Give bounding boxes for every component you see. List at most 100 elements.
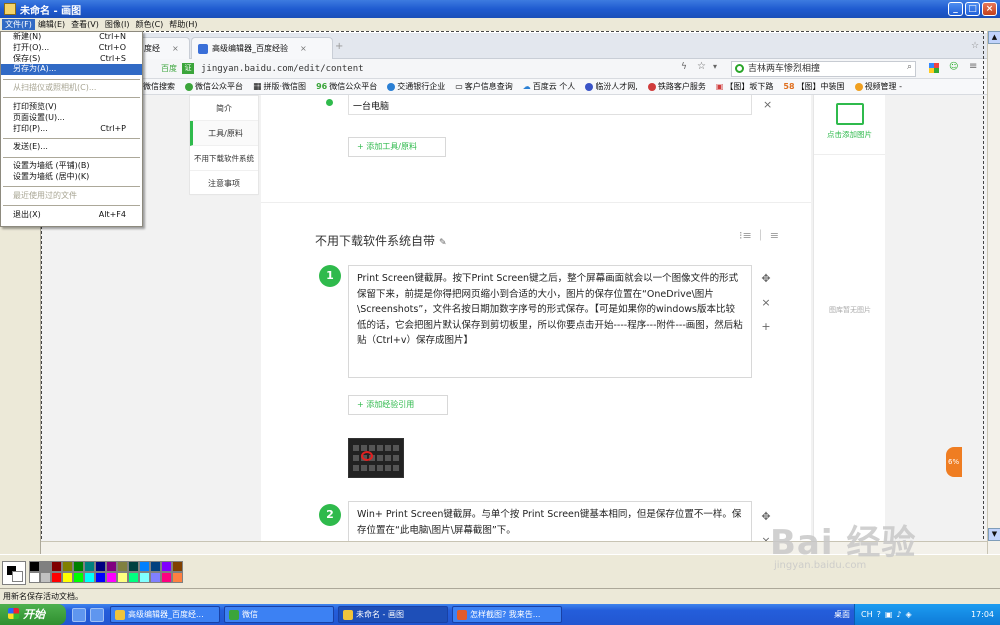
tool-item-input[interactable]: 一台电脑 bbox=[348, 95, 752, 115]
browser-tab[interactable]: 度经 × bbox=[137, 37, 190, 59]
scroll-down-icon[interactable]: ▼ bbox=[988, 528, 1000, 541]
menu-view[interactable]: 查看(V) bbox=[68, 19, 102, 30]
tab-close-icon[interactable]: × bbox=[172, 44, 179, 53]
step-text-box[interactable]: Print Screen键截屏。按下Print Screen键之后，整个屏幕画面… bbox=[348, 265, 752, 378]
maximize-button[interactable]: □ bbox=[965, 2, 980, 16]
bookmark-item[interactable]: 微信搜索 bbox=[143, 81, 175, 92]
horizontal-scrollbar[interactable] bbox=[41, 541, 987, 554]
nav-section[interactable]: 不用下载软件系统 bbox=[190, 146, 258, 171]
color-swatch[interactable] bbox=[139, 572, 150, 583]
menu-item-save[interactable]: 保存(S) Ctrl+S bbox=[1, 54, 142, 65]
lightning-icon[interactable]: ϟ bbox=[681, 62, 687, 72]
move-icon[interactable]: ✥ bbox=[759, 267, 773, 291]
menu-file[interactable]: 文件(F) bbox=[2, 19, 35, 30]
user-icon[interactable]: ☺ bbox=[949, 62, 958, 72]
bookmark-item[interactable]: ▦ 拼版·微信图 bbox=[253, 81, 306, 92]
bookmark-item[interactable]: 视频管理 - bbox=[854, 81, 902, 92]
current-colors[interactable] bbox=[2, 561, 26, 585]
menu-colors[interactable]: 颜色(C) bbox=[132, 19, 166, 30]
bookmark-item[interactable]: ▭ 客户信息查询 bbox=[455, 81, 513, 92]
quick-launch-icon[interactable] bbox=[90, 607, 104, 622]
apps-icon[interactable] bbox=[929, 63, 939, 73]
menu-item-wallpaper-tile[interactable]: 设置为墙纸 (平铺)(B) bbox=[1, 161, 142, 172]
color-swatch[interactable] bbox=[172, 561, 183, 572]
color-swatch[interactable] bbox=[117, 572, 128, 583]
color-swatch[interactable] bbox=[29, 572, 40, 583]
vertical-scrollbar[interactable]: ▲ ▼ bbox=[987, 31, 1000, 554]
bookmark-item[interactable]: 微信公众平台 bbox=[185, 81, 243, 92]
menu-item-print[interactable]: 打印(P)... Ctrl+P bbox=[1, 124, 142, 135]
bookmark-item[interactable]: 铁路客户服务 bbox=[647, 81, 706, 92]
color-swatch[interactable] bbox=[172, 572, 183, 583]
menu-item-print-preview[interactable]: 打印预览(V) bbox=[1, 102, 142, 113]
taskbar-button[interactable]: 高级编辑器_百度经... bbox=[110, 606, 220, 623]
tab-close-icon[interactable]: × bbox=[300, 44, 307, 53]
color-swatch[interactable] bbox=[95, 561, 106, 572]
color-swatch[interactable] bbox=[84, 572, 95, 583]
volume-icon[interactable]: ♪ bbox=[896, 610, 901, 619]
shield-icon[interactable]: ◈ bbox=[906, 610, 912, 619]
color-swatch[interactable] bbox=[150, 572, 161, 583]
color-swatch[interactable] bbox=[51, 561, 62, 572]
delete-tool-icon[interactable]: × bbox=[763, 98, 772, 111]
help-icon[interactable]: ? bbox=[877, 610, 881, 619]
bookmark-star-icon[interactable]: ☆ bbox=[697, 61, 706, 72]
taskbar-button[interactable]: 怎样截图? 我来告... bbox=[452, 606, 562, 623]
color-swatch[interactable] bbox=[161, 572, 172, 583]
nav-tools[interactable]: 工具/原料 bbox=[190, 121, 258, 146]
start-button[interactable]: 开始 bbox=[0, 604, 66, 625]
add-tool-button[interactable]: + 添加工具/原料 bbox=[348, 137, 446, 157]
add-image-button[interactable]: 点击添加图片 bbox=[814, 95, 885, 155]
list-style-icons[interactable]: ⁝≡ ｜ ≡ bbox=[739, 227, 779, 243]
bookmark-item[interactable]: 临汾人才网, bbox=[585, 81, 638, 92]
menu-item-send[interactable]: 发送(E)... bbox=[1, 142, 142, 153]
minimize-button[interactable]: _ bbox=[948, 2, 963, 16]
color-swatch[interactable] bbox=[84, 561, 95, 572]
menu-item-open[interactable]: 打开(O)... Ctrl+O bbox=[1, 43, 142, 54]
quick-launch-icon[interactable] bbox=[72, 607, 86, 622]
bookmark-item[interactable]: ▣ 【图】坂下路 bbox=[716, 81, 774, 92]
color-swatch[interactable] bbox=[95, 572, 106, 583]
star-icon[interactable]: ☆ bbox=[971, 41, 979, 51]
menu-item-wallpaper-center[interactable]: 设置为墙纸 (居中)(K) bbox=[1, 172, 142, 183]
color-swatch[interactable] bbox=[73, 572, 84, 583]
bookmark-item[interactable]: ☁ 百度云 个人 bbox=[523, 81, 576, 92]
bookmark-item[interactable]: 交通银行企业 bbox=[387, 81, 445, 92]
menu-image[interactable]: 图像(I) bbox=[102, 19, 133, 30]
menu-item-save-as[interactable]: 另存为(A)... bbox=[1, 64, 142, 76]
menu-icon[interactable]: ≡ bbox=[969, 61, 977, 72]
search-icon[interactable]: ⌕ bbox=[907, 62, 912, 72]
color-swatch[interactable] bbox=[128, 561, 139, 572]
color-swatch[interactable] bbox=[62, 572, 73, 583]
network-icon[interactable]: ▣ bbox=[885, 610, 893, 619]
menu-edit[interactable]: 编辑(E) bbox=[35, 19, 68, 30]
color-swatch[interactable] bbox=[150, 561, 161, 572]
bookmark-item[interactable]: 58 【图】中装国 bbox=[783, 81, 844, 92]
nav-intro[interactable]: 简介 bbox=[190, 96, 258, 121]
menu-item-page-setup[interactable]: 页面设置(U)... bbox=[1, 113, 142, 124]
color-swatch[interactable] bbox=[161, 561, 172, 572]
color-swatch[interactable] bbox=[117, 561, 128, 572]
menu-item-new[interactable]: 新建(N) Ctrl+N bbox=[1, 32, 142, 43]
move-icon[interactable]: ✥ bbox=[759, 505, 773, 529]
ime-indicator[interactable]: CH bbox=[861, 610, 873, 619]
bookmark-item[interactable]: 96 微信公众平台 bbox=[316, 81, 377, 92]
paint-canvas[interactable]: 度经 × 高级编辑器_百度经验 × + ☆ 百度 证 jingyan.baidu… bbox=[41, 31, 987, 551]
color-swatch[interactable] bbox=[40, 561, 51, 572]
browser-tab-active[interactable]: 高级编辑器_百度经验 × bbox=[191, 37, 333, 59]
scroll-up-icon[interactable]: ▲ bbox=[988, 31, 1000, 44]
taskbar-button[interactable]: 微信 bbox=[224, 606, 334, 623]
step-image-thumbnail[interactable] bbox=[348, 438, 404, 478]
progress-badge[interactable]: 6% bbox=[946, 447, 962, 477]
menu-help[interactable]: 帮助(H) bbox=[166, 19, 200, 30]
color-swatch[interactable] bbox=[29, 561, 40, 572]
desktop-toolbar[interactable]: 桌面 bbox=[834, 604, 850, 625]
color-swatch[interactable] bbox=[40, 572, 51, 583]
color-swatch[interactable] bbox=[106, 561, 117, 572]
menu-item-exit[interactable]: 退出(X) Alt+F4 bbox=[1, 210, 142, 221]
close-button[interactable]: × bbox=[982, 2, 997, 16]
color-swatch[interactable] bbox=[106, 572, 117, 583]
nav-notes[interactable]: 注意事项 bbox=[190, 171, 258, 196]
color-swatch[interactable] bbox=[51, 572, 62, 583]
color-swatch[interactable] bbox=[62, 561, 73, 572]
